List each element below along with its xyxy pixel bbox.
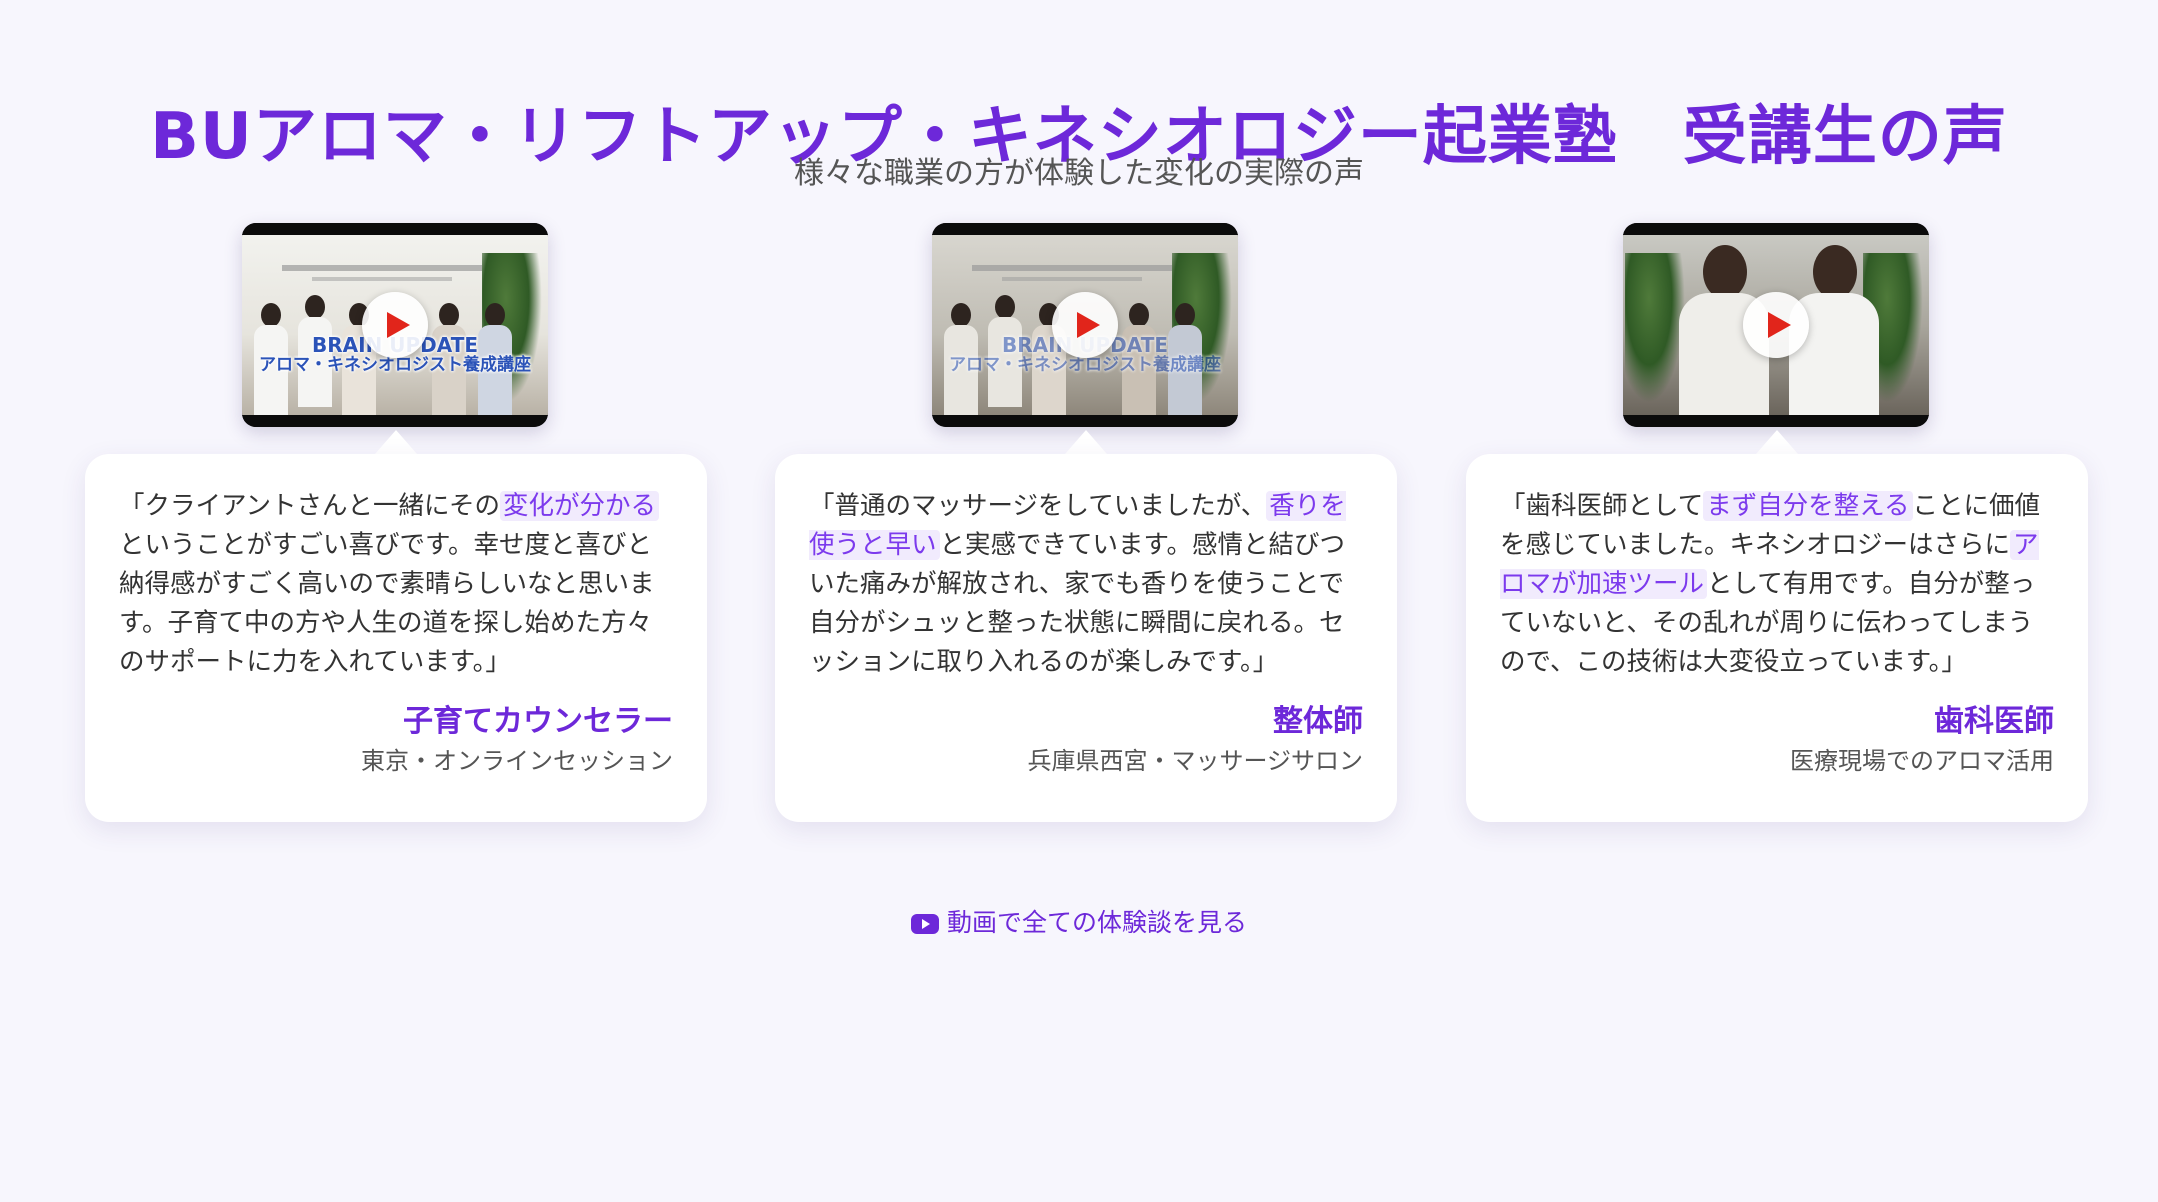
play-icon bbox=[1768, 312, 1791, 338]
testimonial-profession: 整体師 bbox=[1273, 704, 1363, 739]
testimonial-video-2[interactable]: BRAIN UPDATE アロマ・キネシオロジスト養成講座 bbox=[932, 223, 1238, 427]
testimonials-page: BUアロマ・リフトアップ・キネシオロジー起業塾 受講生の声 様々な職業の方が体験… bbox=[0, 0, 2158, 1202]
testimonial-card-3: 「歯科医師として まず自分を整える ことに価値を感じていました。キネシオロジーはさら… bbox=[1466, 454, 2088, 822]
plant-decoration bbox=[1625, 253, 1685, 403]
testimonial-location: 東京・オンラインセッション bbox=[361, 747, 673, 775]
video-letterbox-bottom bbox=[1623, 415, 1929, 427]
card-pointer bbox=[1065, 430, 1107, 454]
play-button[interactable] bbox=[362, 292, 428, 358]
video-logo-subbanner bbox=[312, 277, 452, 281]
youtube-icon bbox=[910, 914, 939, 934]
watch-all-videos-link[interactable]: 動画で全ての体験談を見る bbox=[0, 905, 2158, 941]
testimonial-card-2: 「普通のマッサージをしていましたが、 香りを使うと早い と実感できています。感情と結… bbox=[775, 454, 1397, 822]
testimonial-quote: 「歯科医師として まず自分を整える ことに価値を感じていました。キネシオロジーはさら… bbox=[1500, 491, 2041, 677]
quote-highlight: 変化が分かる bbox=[499, 491, 659, 521]
page-subtitle: 様々な職業の方が体験した変化の実際の声 bbox=[794, 156, 1364, 191]
card-pointer bbox=[1756, 430, 1798, 454]
quote-highlight: まず自分を整える bbox=[1703, 491, 1913, 521]
testimonial-profession: 子育てカウンセラー bbox=[403, 704, 673, 739]
testimonial-card-1: 「クライアントさんと一緒にその 変化が分かるということがすごい喜びです。幸せ度と喜… bbox=[85, 454, 707, 822]
testimonial-quote: 「クライアントさんと一緒にその 変化が分かるということがすごい喜びです。幸せ度と喜… bbox=[119, 487, 673, 687]
video-logo-subbanner bbox=[1002, 277, 1142, 281]
testimonial-video-1[interactable]: BRAIN UPDATE アロマ・キネシオロジスト養成講座 bbox=[242, 223, 548, 427]
video-letterbox-top bbox=[1623, 223, 1929, 235]
play-icon bbox=[1077, 312, 1100, 338]
play-button[interactable] bbox=[1743, 292, 1809, 358]
card-pointer bbox=[375, 430, 417, 454]
testimonial-column-2: BRAIN UPDATE アロマ・キネシオロジスト養成講座 「普通のマッサージを… bbox=[775, 223, 1397, 825]
testimonial-column-3: 「歯科医師として まず自分を整える ことに価値を感じていました。キネシオロジーはさら… bbox=[1466, 223, 2088, 825]
watch-all-videos-label: 動画で全ての体験談を見る bbox=[946, 908, 1247, 937]
video-letterbox-bottom bbox=[242, 415, 548, 427]
testimonial-quote: 「普通のマッサージをしていましたが、 香りを使うと早い と実感できています。感情と結… bbox=[809, 491, 1346, 677]
testimonial-profession: 歯科医師 bbox=[1934, 704, 2054, 739]
testimonial-location: 医療現場でのアロマ活用 bbox=[1790, 747, 2054, 775]
testimonial-video-3[interactable] bbox=[1623, 223, 1929, 427]
video-letterbox-top bbox=[932, 223, 1238, 235]
play-icon bbox=[387, 312, 410, 338]
play-button[interactable] bbox=[1052, 292, 1118, 358]
testimonial-column-1: BRAIN UPDATE アロマ・キネシオロジスト養成講座 「クライアントさんと… bbox=[85, 223, 707, 825]
video-letterbox-bottom bbox=[932, 415, 1238, 427]
video-logo-banner bbox=[972, 265, 1172, 271]
testimonial-location: 兵庫県西宮・マッサージサロン bbox=[1027, 747, 1363, 775]
video-letterbox-top bbox=[242, 223, 548, 235]
video-logo-banner bbox=[282, 265, 482, 271]
